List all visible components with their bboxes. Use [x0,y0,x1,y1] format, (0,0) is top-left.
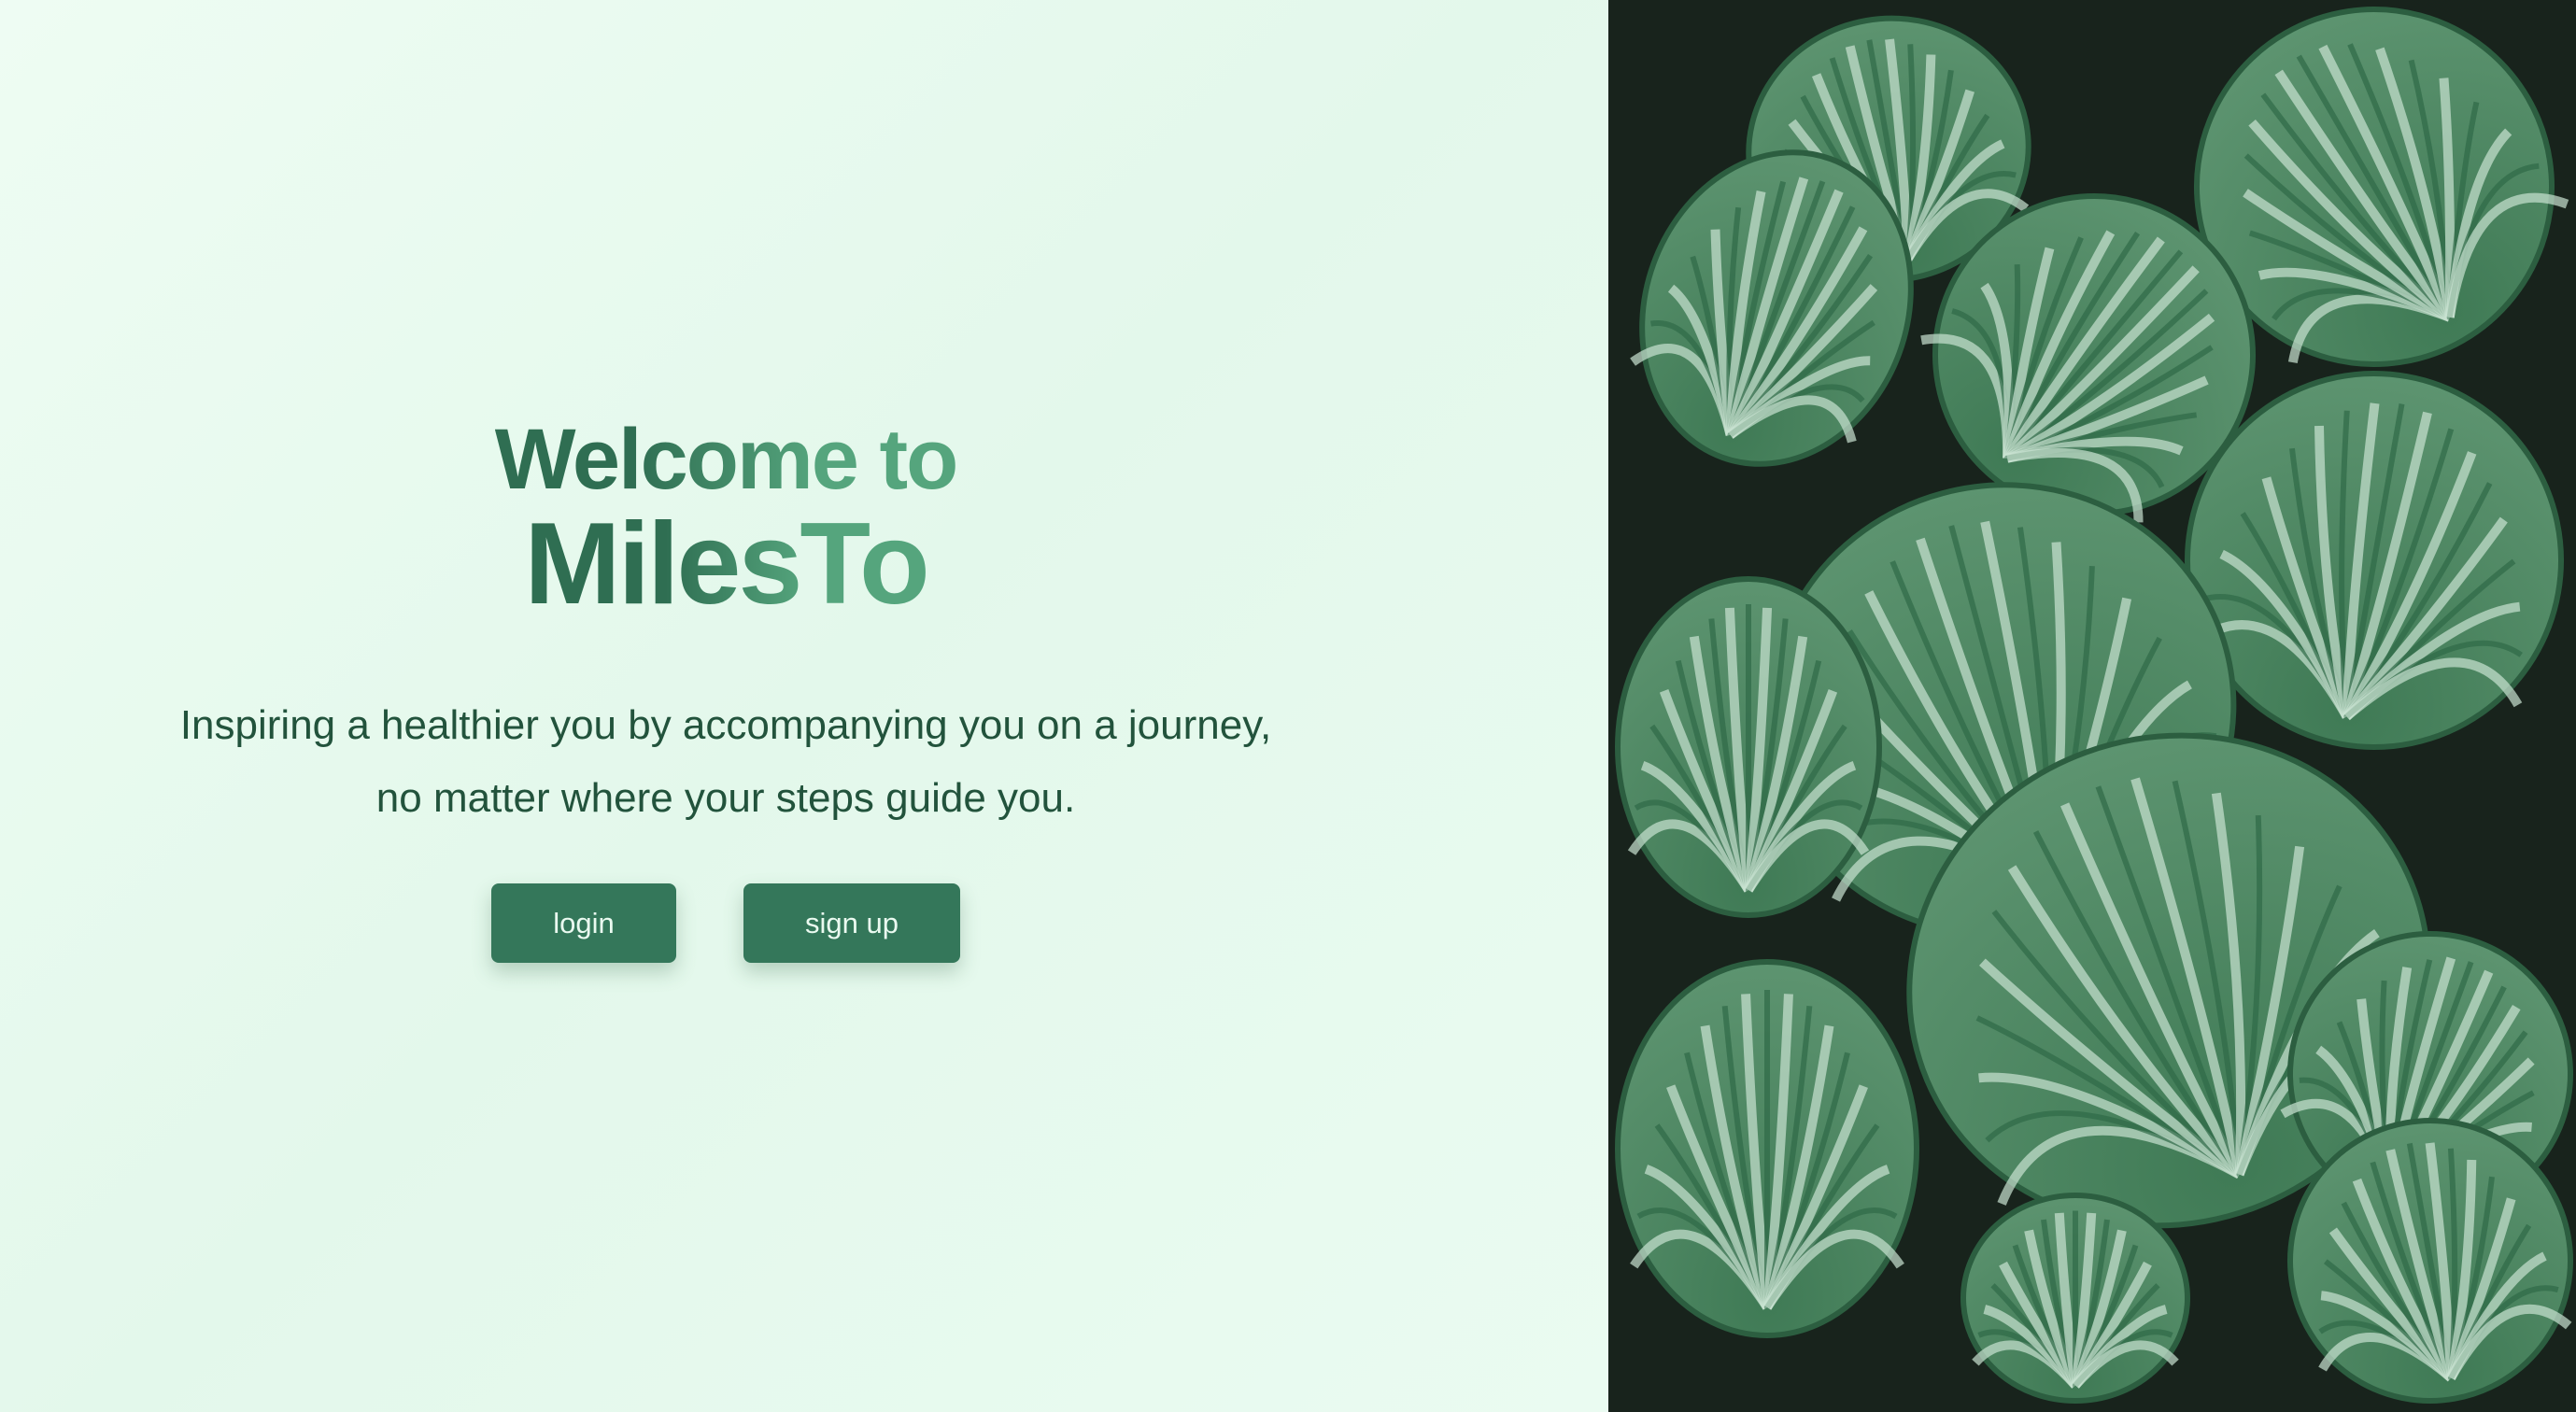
welcome-heading: Welcome to [494,412,959,507]
leaf [1615,959,1919,1338]
tagline-line-1: Inspiring a healthier you by accompanyin… [179,702,1272,748]
app-name: MilesTo [524,500,929,628]
tagline: Inspiring a healthier you by accompanyin… [0,689,1451,835]
auth-buttons: login sign up [0,883,1451,963]
plant-leaves-image [1608,0,2576,1412]
leaves-illustration [1615,7,2573,1404]
leaf [1615,576,1882,918]
welcome-panel: Welcome to MilesTo Inspiring a healthier… [0,0,1608,1412]
hero: Welcome to MilesTo Inspiring a healthier… [0,411,1451,963]
tagline-line-2: no matter where your steps guide you. [375,775,1076,821]
signup-button[interactable]: sign up [743,883,960,963]
login-button[interactable]: login [491,883,676,963]
leaf [1960,1193,2190,1404]
